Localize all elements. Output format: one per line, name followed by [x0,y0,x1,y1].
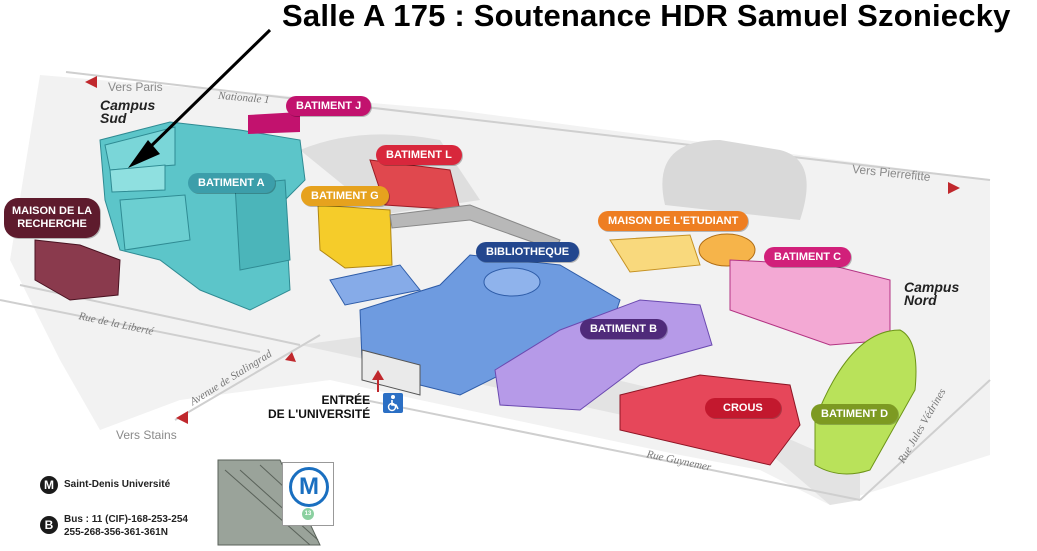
metro-icon: M [40,476,58,494]
campus-map: Salle A 175 : Soutenance HDR Samuel Szon… [0,0,1037,551]
metro-line-badge: 13 [302,508,314,520]
direction-paris: Vers Paris [108,80,163,94]
campus-sud-line2: Sud [100,110,127,126]
label-batiment-c[interactable]: BATIMENT C [764,247,852,267]
metro-logo: M [289,467,329,507]
legend-bus: Bus : 11 (CIF)-168-253-254 255-268-356-3… [64,513,188,539]
direction-stains: Vers Stains [116,428,177,442]
legend-metro: Saint-Denis Université [64,479,171,490]
entrance-line1: ENTRÉE [321,393,371,407]
label-crous[interactable]: CROUS [705,398,781,418]
metro-sign: M 13 [282,462,334,526]
entrance-label: ENTRÉE DE L'UNIVERSITÉ [268,393,370,421]
direction-arrow-icon [176,411,188,424]
label-maison-recherche[interactable]: MAISON DE LA RECHERCHE [4,198,101,238]
maison-recherche-line1: MAISON DE LA [12,205,93,217]
campus-nord-line2: Nord [904,292,937,308]
wheelchair-icon [383,393,403,413]
legend-bus-line2: 255-268-356-361-361N [64,527,168,538]
maison-recherche-line2: RECHERCHE [17,218,87,230]
label-batiment-l[interactable]: BATIMENT L [376,145,462,165]
campus-nord-label: Campus Nord [904,280,959,308]
legend-bus-line1: Bus : 11 (CIF)-168-253-254 [64,514,188,525]
label-bibliotheque[interactable]: BIBLIOTHEQUE [476,242,580,262]
label-batiment-g[interactable]: BATIMENT G [301,186,389,206]
bus-icon: B [40,516,58,534]
campus-sud-label: Campus Sud [100,98,155,126]
label-batiment-b[interactable]: BATIMENT B [580,319,668,339]
entrance-line2: DE L'UNIVERSITÉ [268,407,371,421]
room-a175 [109,164,166,193]
label-batiment-j[interactable]: BATIMENT J [286,96,372,116]
label-batiment-a[interactable]: BATIMENT A [188,173,275,193]
label-batiment-d[interactable]: BATIMENT D [811,404,899,424]
label-maison-etudiant[interactable]: MAISON DE L'ETUDIANT [598,211,749,231]
map-title: Salle A 175 : Soutenance HDR Samuel Szon… [282,0,1011,33]
